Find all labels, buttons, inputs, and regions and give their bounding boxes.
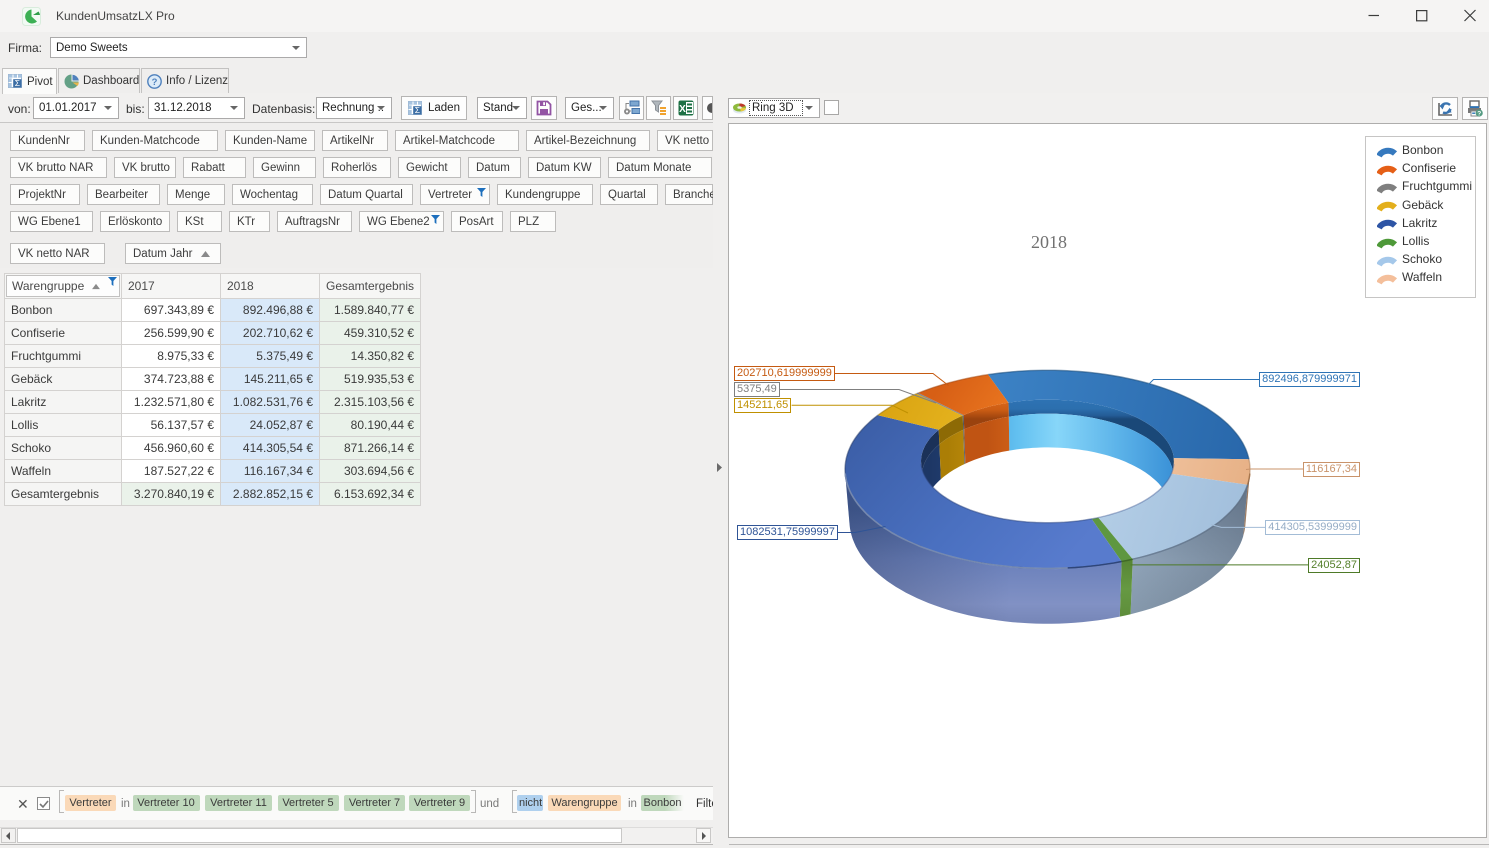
- svg-text:Σ: Σ: [15, 78, 20, 88]
